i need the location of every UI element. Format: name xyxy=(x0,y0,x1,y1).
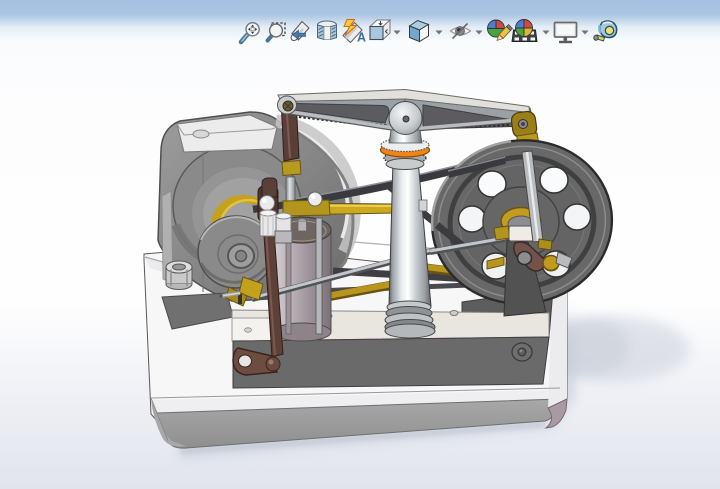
svg-text:A: A xyxy=(357,31,366,45)
